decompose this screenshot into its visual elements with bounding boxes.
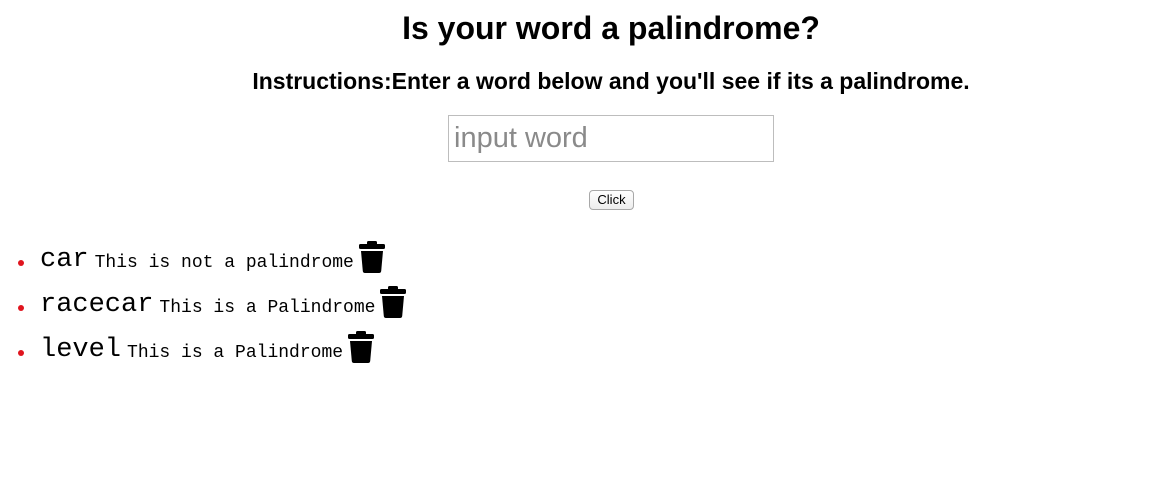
click-button[interactable]: Click <box>589 190 634 210</box>
result-verdict: This is a Palindrome <box>159 298 376 318</box>
bullet-icon <box>18 260 24 266</box>
result-word: racecar <box>40 290 154 320</box>
result-word: car <box>40 245 89 275</box>
page-title: Is your word a palindrome? <box>402 10 820 46</box>
trash-icon[interactable] <box>347 331 375 363</box>
list-item: level This is a Palindrome <box>0 330 407 375</box>
result-list: car This is not a palindrome racecar Thi… <box>0 240 407 375</box>
list-item: car This is not a palindrome <box>0 240 407 285</box>
instructions-text: Instructions:Enter a word below and you'… <box>252 68 970 94</box>
list-item: racecar This is a Palindrome <box>0 285 407 330</box>
trash-icon[interactable] <box>358 241 386 273</box>
result-word: level <box>40 335 122 365</box>
bullet-icon <box>18 350 24 356</box>
trash-icon[interactable] <box>379 286 407 318</box>
result-verdict: This is not a palindrome <box>94 253 354 273</box>
result-verdict: This is a Palindrome <box>127 343 344 363</box>
word-input[interactable] <box>448 115 774 162</box>
bullet-icon <box>18 305 24 311</box>
